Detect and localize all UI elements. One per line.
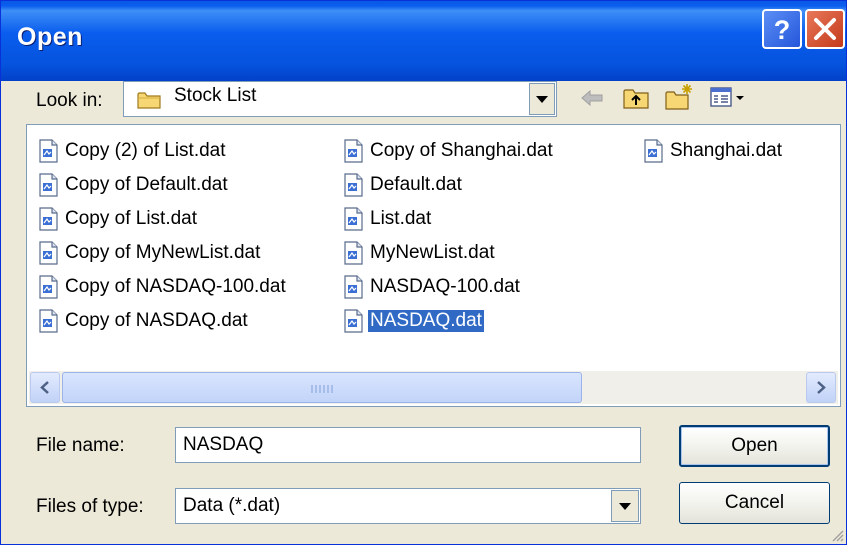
new-folder-icon[interactable] — [663, 81, 695, 113]
file-name-input[interactable]: NASDAQ — [175, 427, 641, 463]
file-name-text: Shanghai.dat — [670, 140, 782, 161]
file-type-label: Files of type: — [36, 496, 144, 517]
file-name-label: File name: — [36, 435, 125, 456]
data-file-icon — [644, 139, 663, 163]
file-name-text: Default.dat — [370, 174, 462, 195]
look-in-dropdown[interactable]: Stock List — [123, 81, 557, 117]
open-dialog: Open ? Look in: Stock List Copy (2) of L… — [0, 0, 847, 545]
look-in-value: Stock List — [174, 85, 257, 106]
data-file-icon — [344, 173, 363, 197]
file-item[interactable]: Copy of NASDAQ.dat — [35, 307, 250, 335]
file-item[interactable]: Copy (2) of List.dat — [35, 137, 228, 165]
look-in-label: Look in: — [36, 90, 103, 111]
open-button[interactable]: Open — [679, 425, 830, 467]
data-file-icon — [344, 309, 363, 333]
data-file-icon — [344, 139, 363, 163]
file-item[interactable]: Copy of Default.dat — [35, 171, 230, 199]
file-name-text: NASDAQ-100.dat — [370, 276, 520, 297]
title-bar[interactable]: Open ? — [1, 1, 846, 81]
file-name-value: NASDAQ — [183, 434, 264, 455]
file-item[interactable]: Copy of List.dat — [35, 205, 199, 233]
file-item[interactable]: MyNewList.dat — [340, 239, 497, 267]
close-button[interactable] — [805, 9, 845, 49]
chevron-left-icon — [40, 381, 49, 394]
file-type-dropdown[interactable]: Data (*.dat) — [175, 488, 641, 524]
data-file-icon — [344, 241, 363, 265]
file-name-text: Copy of Default.dat — [65, 174, 228, 195]
file-name-text: Copy of NASDAQ.dat — [65, 310, 248, 331]
file-name-text: Copy (2) of List.dat — [65, 140, 226, 161]
data-file-icon — [39, 275, 58, 299]
horizontal-scrollbar[interactable] — [29, 371, 838, 404]
up-one-level-icon[interactable] — [621, 83, 651, 113]
file-item[interactable]: Copy of MyNewList.dat — [35, 239, 262, 267]
file-name-text: Copy of MyNewList.dat — [65, 242, 261, 263]
file-name-text: Copy of NASDAQ-100.dat — [65, 276, 286, 297]
file-name-text: NASDAQ.dat — [368, 310, 484, 332]
scroll-left-button[interactable] — [30, 372, 60, 403]
data-file-icon — [39, 309, 58, 333]
resize-grip-icon[interactable] — [830, 528, 844, 542]
data-file-icon — [39, 207, 58, 231]
back-arrow-icon[interactable] — [579, 87, 605, 109]
file-item[interactable]: NASDAQ.dat — [340, 307, 484, 335]
file-name-text: Copy of Shanghai.dat — [370, 140, 553, 161]
close-icon — [814, 18, 836, 40]
file-name-text: List.dat — [370, 208, 432, 229]
file-name-text: MyNewList.dat — [370, 242, 495, 263]
svg-text:?: ? — [774, 15, 791, 45]
chevron-down-icon — [619, 503, 631, 510]
data-file-icon — [39, 241, 58, 265]
file-type-value: Data (*.dat) — [183, 495, 281, 516]
grip-icon — [311, 385, 333, 393]
look-in-dropdown-button[interactable] — [529, 83, 555, 115]
help-icon: ? — [774, 15, 791, 45]
scroll-right-button[interactable] — [806, 372, 836, 403]
file-item[interactable]: Shanghai.dat — [640, 137, 784, 165]
folder-icon — [137, 92, 161, 109]
file-item[interactable]: Copy of Shanghai.dat — [340, 137, 555, 165]
file-name-text: Copy of List.dat — [65, 208, 198, 229]
data-file-icon — [39, 139, 58, 163]
dialog-title: Open — [17, 23, 83, 51]
view-menu-icon[interactable] — [709, 85, 749, 111]
data-file-icon — [39, 173, 58, 197]
data-file-icon — [344, 207, 363, 231]
cancel-button[interactable]: Cancel — [679, 482, 830, 524]
file-list[interactable]: Copy (2) of List.dat Copy of Default.dat C… — [26, 124, 841, 407]
file-item[interactable]: List.dat — [340, 205, 433, 233]
file-item[interactable]: NASDAQ-100.dat — [340, 273, 522, 301]
chevron-down-icon — [536, 96, 548, 103]
file-item[interactable]: Default.dat — [340, 171, 464, 199]
scroll-thumb[interactable] — [62, 372, 582, 403]
chevron-right-icon — [817, 381, 826, 394]
help-button[interactable]: ? — [762, 9, 802, 49]
data-file-icon — [344, 275, 363, 299]
file-type-dropdown-button[interactable] — [611, 490, 639, 522]
file-item[interactable]: Copy of NASDAQ-100.dat — [35, 273, 288, 301]
